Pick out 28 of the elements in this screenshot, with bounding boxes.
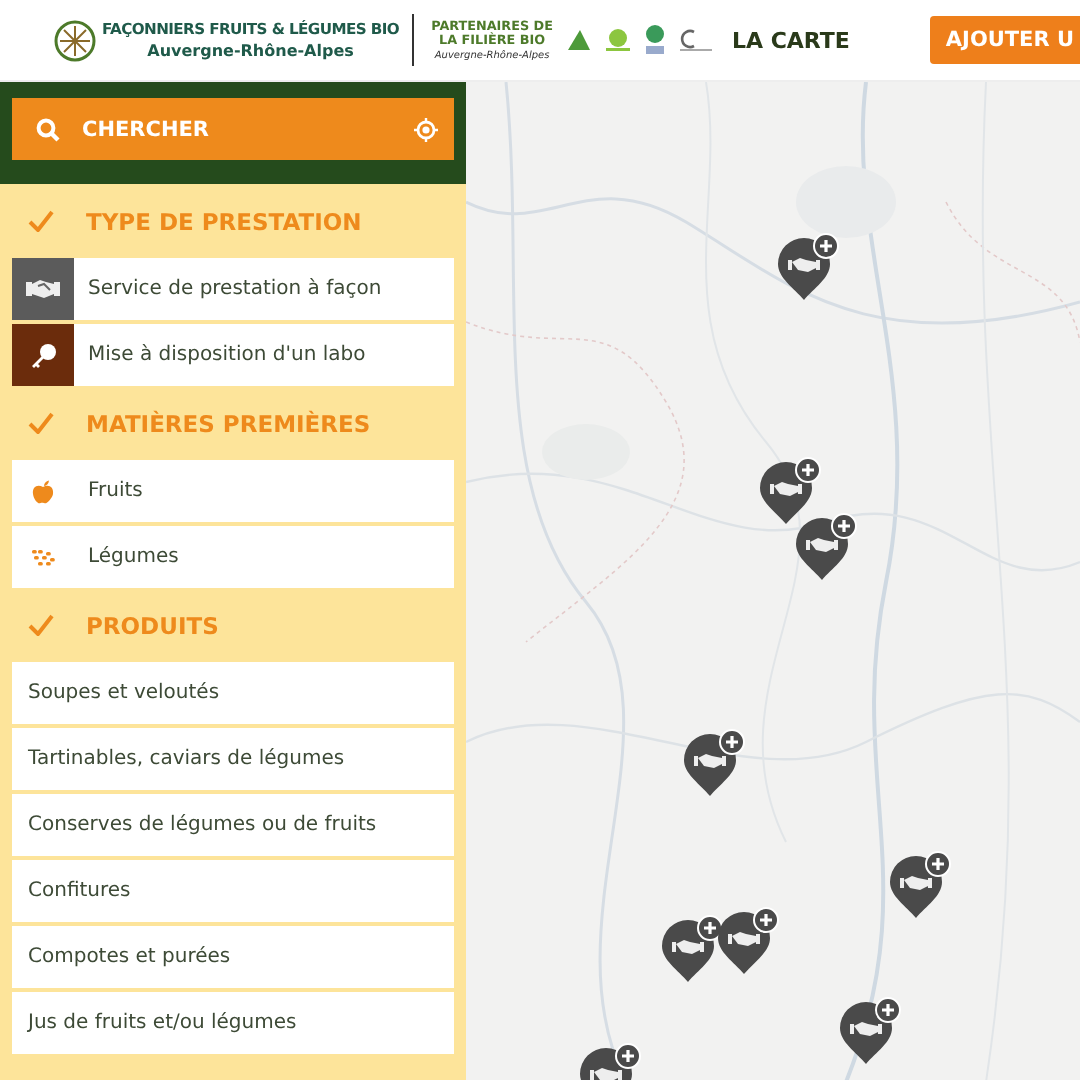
handshake-icon [12, 258, 74, 320]
filter-item[interactable]: Jus de fruits et/ou légumes [12, 992, 454, 1054]
logo-icon [54, 19, 96, 61]
map-marker-icon[interactable] [838, 996, 902, 1064]
filter-item[interactable]: Conserves de légumes ou de fruits [12, 794, 454, 856]
map-marker-icon[interactable] [682, 728, 746, 796]
filter-item[interactable]: Compotes et purées [12, 926, 454, 988]
map-marker-icon[interactable] [758, 456, 822, 524]
section-title: TYPE DE PRESTATION [86, 207, 362, 235]
section-title: PRODUITS [86, 611, 219, 639]
map-marker-icon[interactable] [660, 914, 724, 982]
map-marker-icon[interactable] [888, 850, 952, 918]
map-link[interactable]: LA CARTE [731, 27, 850, 53]
map-marker-icon[interactable] [776, 232, 840, 300]
search-icon [36, 117, 60, 141]
filter-item[interactable]: Mise à disposition d'un labo [12, 324, 454, 386]
filter-item[interactable]: Fruits [12, 460, 454, 522]
key-icon [12, 324, 74, 386]
filter-item[interactable]: Légumes [12, 526, 454, 588]
site-subtitle: Auvergne-Rhône-Alpes [147, 40, 354, 62]
filter-item[interactable]: Confitures [12, 860, 454, 922]
map-marker-icon[interactable] [794, 512, 858, 580]
locate-icon[interactable] [414, 117, 438, 141]
filter-item[interactable]: Tartinables, caviars de légumes [12, 728, 454, 790]
filter-item[interactable]: Service de prestation à façon [12, 258, 454, 320]
filter-item[interactable]: Soupes et veloutés [12, 662, 454, 724]
map-marker-icon[interactable] [716, 906, 780, 974]
section-title: MATIÈRES PREMIÈRES [86, 409, 371, 437]
